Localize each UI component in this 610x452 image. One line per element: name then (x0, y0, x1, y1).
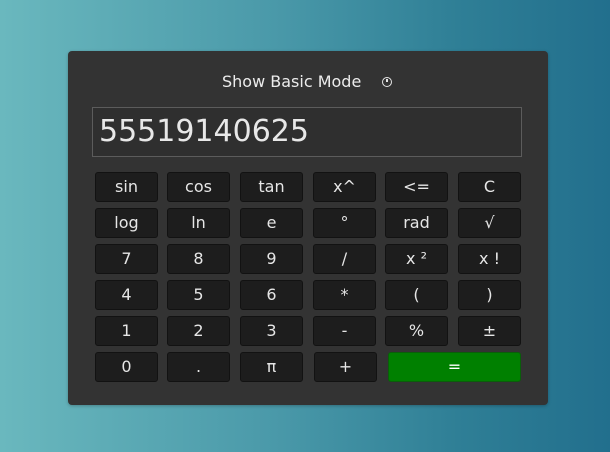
ln-button[interactable]: ln (167, 208, 230, 238)
multiply-button[interactable]: * (313, 280, 376, 310)
sqrt-button[interactable]: √ (458, 208, 521, 238)
nine-button[interactable]: 9 (240, 244, 303, 274)
eight-button[interactable]: 8 (167, 244, 230, 274)
plus-button[interactable]: + (314, 352, 377, 382)
cos-button[interactable]: cos (167, 172, 230, 202)
calculator-panel: Show Basic Mode 55519140625 sin cos tan … (68, 51, 548, 405)
four-button[interactable]: 4 (95, 280, 158, 310)
equals-button[interactable]: = (388, 352, 521, 382)
square-button[interactable]: x ² (385, 244, 448, 274)
decimal-button[interactable]: . (167, 352, 230, 382)
zero-button[interactable]: 0 (95, 352, 158, 382)
log-button[interactable]: log (95, 208, 158, 238)
calculator-display: 55519140625 (92, 107, 522, 157)
divide-button[interactable]: / (313, 244, 376, 274)
pi-button[interactable]: π (240, 352, 303, 382)
backspace-button[interactable]: <= (385, 172, 448, 202)
power-button[interactable]: x^ (313, 172, 376, 202)
three-button[interactable]: 3 (240, 316, 303, 346)
one-button[interactable]: 1 (95, 316, 158, 346)
mode-switch-icon[interactable] (382, 77, 392, 87)
sin-button[interactable]: sin (95, 172, 158, 202)
show-basic-mode-toggle[interactable]: Show Basic Mode (222, 72, 361, 92)
clear-button[interactable]: C (458, 172, 521, 202)
minus-button[interactable]: - (313, 316, 376, 346)
five-button[interactable]: 5 (167, 280, 230, 310)
open-paren-button[interactable]: ( (385, 280, 448, 310)
tan-button[interactable]: tan (240, 172, 303, 202)
two-button[interactable]: 2 (167, 316, 230, 346)
six-button[interactable]: 6 (240, 280, 303, 310)
e-button[interactable]: e (240, 208, 303, 238)
percent-button[interactable]: % (385, 316, 448, 346)
rad-button[interactable]: rad (385, 208, 448, 238)
seven-button[interactable]: 7 (95, 244, 158, 274)
close-paren-button[interactable]: ) (458, 280, 521, 310)
plus-minus-button[interactable]: ± (458, 316, 521, 346)
degree-button[interactable]: ° (313, 208, 376, 238)
mode-row: Show Basic Mode (68, 69, 548, 95)
factorial-button[interactable]: x ! (458, 244, 521, 274)
